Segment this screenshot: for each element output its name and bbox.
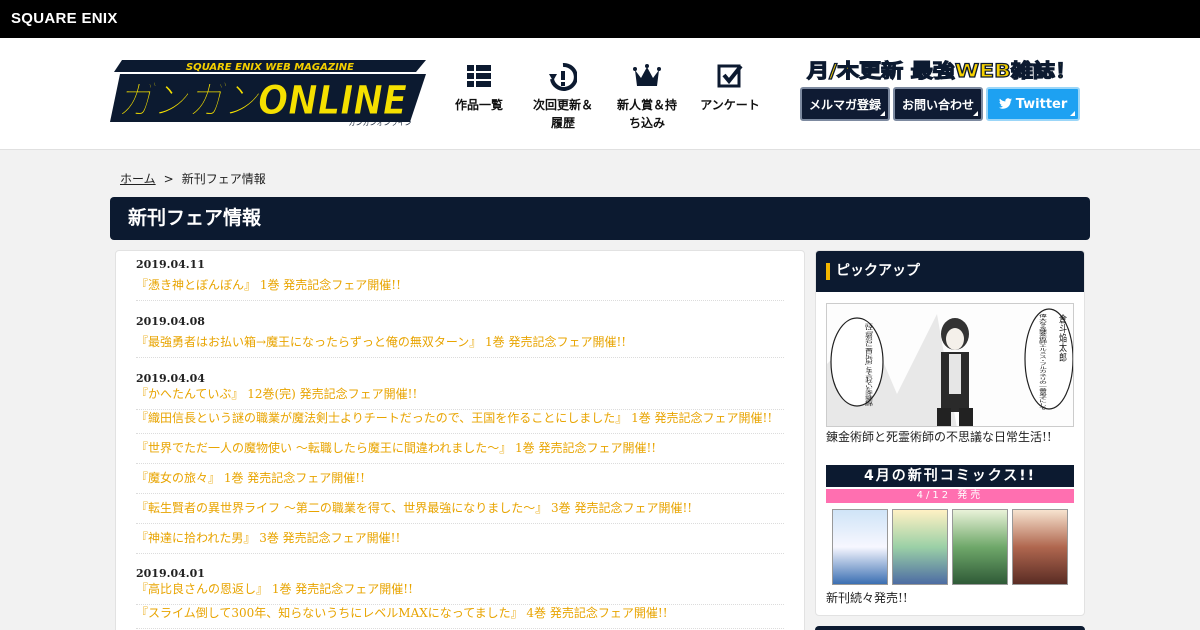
svg-text:偉大なる錬金術師エルメス・フルカネリの一番弟子にして: 偉大なる錬金術師エルメス・フルカネリの一番弟子にして xyxy=(1039,314,1048,410)
nav-works-list[interactable]: 作品一覧 xyxy=(439,62,519,114)
nav-label: アンケート xyxy=(700,98,760,112)
fair-entry-link[interactable]: 『神達に拾われた男』 3巻 発売記念フェア開催!! xyxy=(136,528,784,554)
nav-label: 作品一覧 xyxy=(454,98,503,112)
twitter-button[interactable]: Twitter xyxy=(986,87,1080,121)
sidebar-next-panel xyxy=(815,626,1085,630)
fair-entry-link[interactable]: 『織田信長という謎の職業が魔法剣士よりチートだったので、王国を作ることにしました… xyxy=(136,408,784,434)
fair-entry-link[interactable]: 『転生賢者の異世界ライフ ～第二の職業を得て、世界最強になりました～』 3巻 発… xyxy=(136,498,784,524)
pickup-caption[interactable]: 錬金術師と死霊術師の不思議な日常生活!! xyxy=(826,428,1052,445)
crown-icon xyxy=(633,64,661,86)
corner-arrow-icon xyxy=(1070,111,1075,116)
comic-cover xyxy=(1012,509,1068,585)
character-figure xyxy=(937,318,973,426)
heading-accent-bar xyxy=(826,263,830,280)
tagline-banner: 月/木更新 最強WEB雑誌！ xyxy=(805,58,1077,82)
grid-list-icon xyxy=(467,65,491,87)
twitter-label: Twitter xyxy=(1015,97,1068,112)
twitter-bird-icon xyxy=(998,98,1012,109)
nav-next-update[interactable]: 次回更新＆履歴 xyxy=(523,62,603,132)
mailmag-button[interactable]: メルマガ登録 xyxy=(800,87,890,121)
fair-entry-link[interactable]: 『かへたんていぶ』 12巻(完) 発売記念フェア開催!! xyxy=(136,384,784,410)
svg-text:ガンガンONLINE: ガンガンONLINE xyxy=(117,78,407,124)
fair-entry-link[interactable]: 『世界でただ一人の魔物使い ～転職したら魔王に間違われました～』 1巻 発売記念… xyxy=(136,438,784,464)
fair-entry-link[interactable]: 『最強勇者はお払い箱→魔王になったらずっと俺の無双ターン』 1巻 発売記念フェア… xyxy=(136,332,784,358)
nav-label: 新人賞＆持ち込み xyxy=(617,98,678,130)
nav-new-artist-award[interactable]: 新人賞＆持ち込み xyxy=(607,62,687,132)
fair-list: 2019.04.11 『憑き神とぼんぼん』 1巻 発売記念フェア開催!! 201… xyxy=(115,250,805,630)
new-comics-banner: 4月の新刊コミックス!! xyxy=(826,465,1074,487)
contact-button[interactable]: お問い合わせ xyxy=(893,87,983,121)
fair-entry-link[interactable]: 『魔女の旅々』 1巻 発売記念フェア開催!! xyxy=(136,468,784,494)
corporate-bar: SQUARE ENIX xyxy=(0,0,1200,38)
pickup-caption[interactable]: 新刊続々発売!! xyxy=(826,589,908,606)
gangan-online-logo[interactable]: SQUARE ENIX WEB MAGAZINE ガンガンONLINE ガンガン… xyxy=(110,58,428,126)
date-heading: 2019.04.11 xyxy=(136,258,205,271)
svg-text:月/木更新 最強WEB雑誌！: 月/木更新 最強WEB雑誌！ xyxy=(806,59,1077,82)
comic-cover xyxy=(832,509,888,585)
release-date-banner: 4/12 発売 xyxy=(826,489,1074,503)
nav-survey[interactable]: アンケート xyxy=(690,62,770,114)
contact-label: お問い合わせ xyxy=(901,98,974,112)
breadcrumb-current: 新刊フェア情報 xyxy=(181,172,266,186)
checkbox-icon xyxy=(717,64,743,88)
pickup-heading: ピックアップ xyxy=(816,251,1084,292)
date-heading: 2019.04.08 xyxy=(136,315,205,328)
svg-text:一時は「賢者の石に二番目に近い男」とまで言われていた天才錬金: 一時は「賢者の石に二番目に近い男」とまで言われていた天才錬金術師 xyxy=(865,322,874,406)
pickup-heading-label: ピックアップ xyxy=(836,263,920,279)
fair-entry-link[interactable]: 『憑き神とぼんぼん』 1巻 発売記念フェア開催!! xyxy=(136,275,784,301)
comic-cover xyxy=(892,509,948,585)
fair-entry-link[interactable]: 『スライム倒して300年、知らないうちにレベルMAXになってました』 4巻 発売… xyxy=(136,603,784,629)
breadcrumb: ホーム > 新刊フェア情報 xyxy=(120,170,266,187)
breadcrumb-separator: > xyxy=(163,172,174,186)
pickup-image-1[interactable]: 一時は「賢者の石に二番目に近い男」とまで言われていた天才錬金術師 倉斗焔太郎 偉… xyxy=(826,303,1074,427)
manga-panel-image: 一時は「賢者の石に二番目に近い男」とまで言われていた天才錬金術師 倉斗焔太郎 偉… xyxy=(827,304,1073,426)
fair-entry-link[interactable]: 『高比良さんの恩返し』 1巻 発売記念フェア開催!! xyxy=(136,579,784,605)
square-enix-logo[interactable]: SQUARE ENIX xyxy=(11,10,118,27)
svg-text:ガンガンオンライン: ガンガンオンライン xyxy=(349,118,412,126)
mailmag-label: メルマガ登録 xyxy=(808,98,881,112)
corner-arrow-icon xyxy=(880,111,885,116)
pickup-sidebar: ピックアップ 一時は「賢者の石に二番目に近い男」とまで言われていた天才錬金術師 … xyxy=(815,250,1085,616)
svg-text:SQUARE ENIX WEB MAGAZINE: SQUARE ENIX WEB MAGAZINE xyxy=(186,62,354,73)
breadcrumb-home-link[interactable]: ホーム xyxy=(120,172,156,186)
nav-label: 次回更新＆履歴 xyxy=(532,98,593,130)
comic-cover xyxy=(952,509,1008,585)
page-title: 新刊フェア情報 xyxy=(110,197,1090,240)
pickup-image-2[interactable]: 4月の新刊コミックス!! 4/12 発売 xyxy=(826,465,1074,587)
corner-arrow-icon xyxy=(973,111,978,116)
clock-refresh-icon xyxy=(549,62,577,91)
site-header: SQUARE ENIX WEB MAGAZINE ガンガンONLINE ガンガン… xyxy=(0,38,1200,150)
svg-text:倉斗焔太郎: 倉斗焔太郎 xyxy=(1059,313,1068,363)
